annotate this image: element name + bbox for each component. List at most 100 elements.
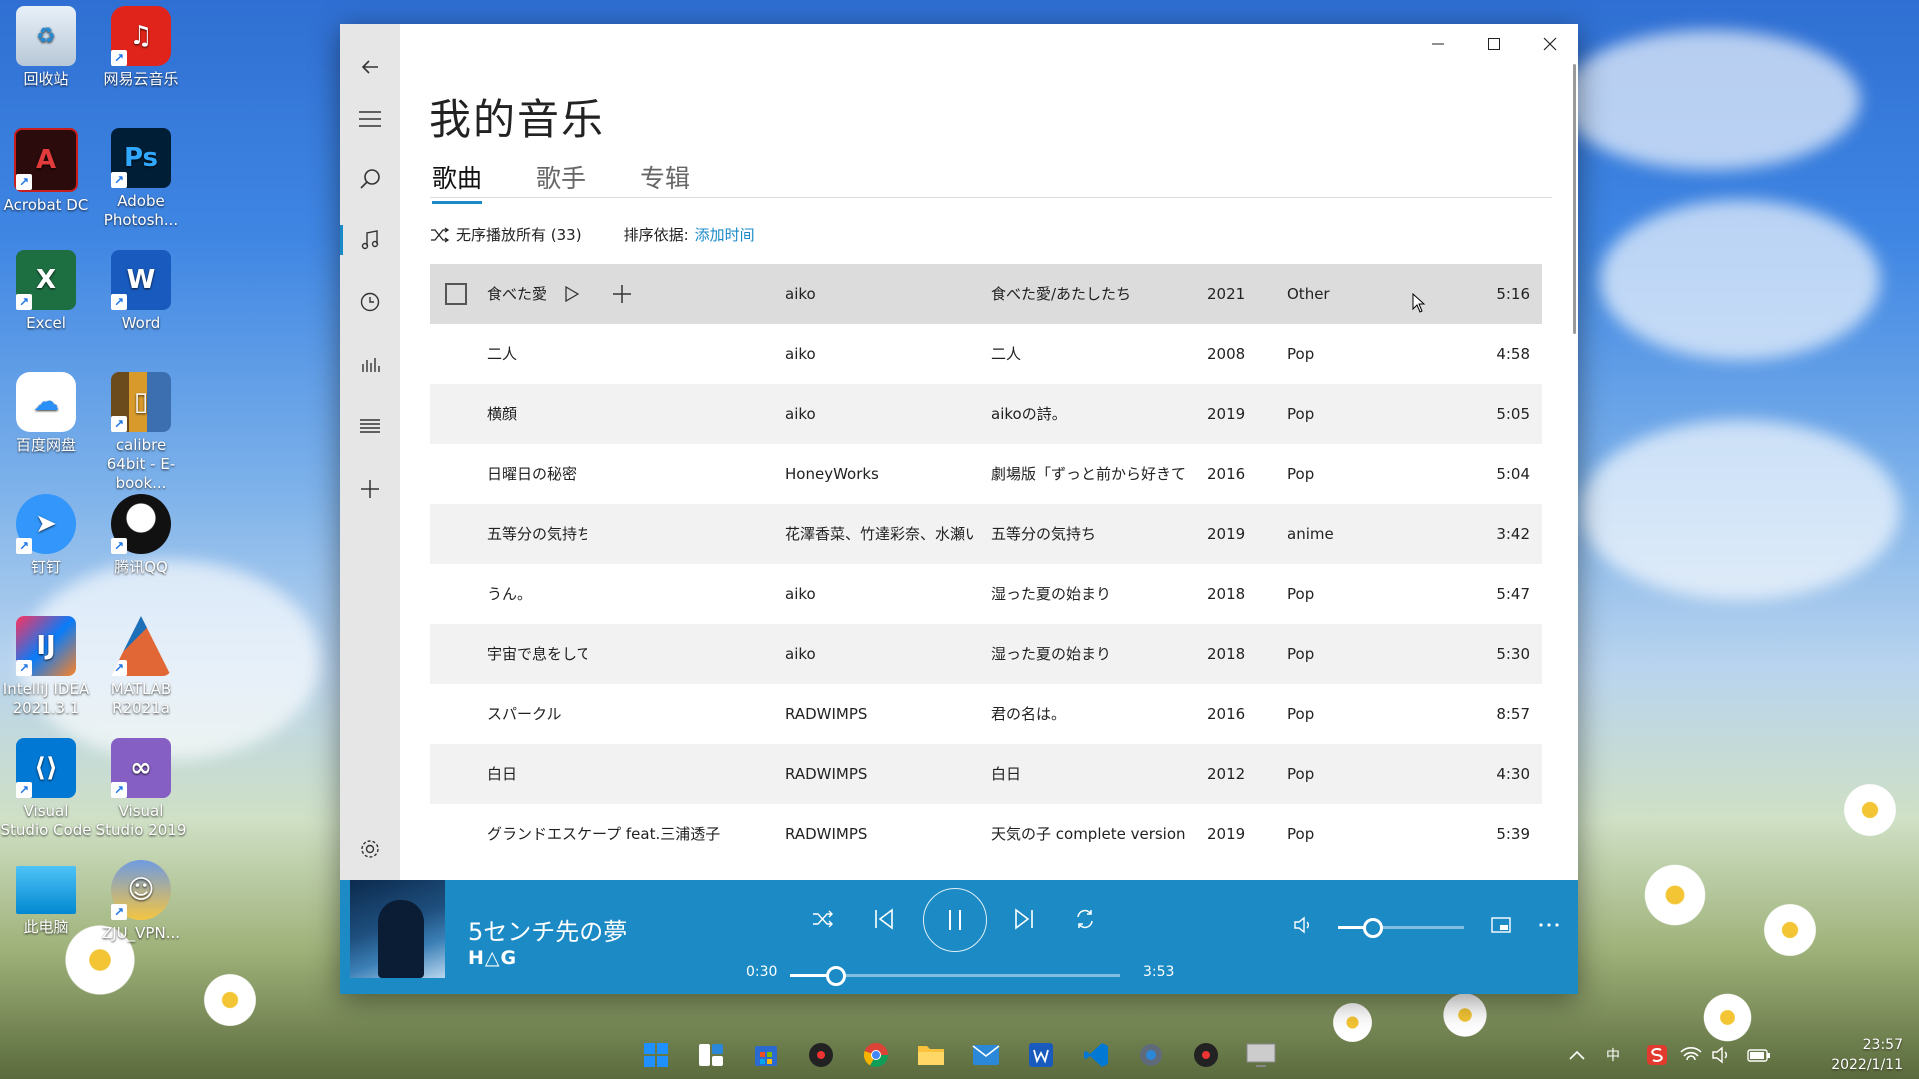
desktop-icon-recycle-bin[interactable]: ♻ 回收站 bbox=[0, 6, 92, 89]
nav-charts[interactable] bbox=[340, 339, 400, 389]
nav-recent[interactable] bbox=[340, 277, 400, 327]
tray-volume[interactable] bbox=[1705, 1039, 1737, 1071]
tray-overflow-button[interactable] bbox=[1561, 1039, 1593, 1071]
song-row[interactable]: 二人 aiko 二人 2008 Pop 4:58 bbox=[430, 324, 1542, 384]
desktop-icon-zju-vpn[interactable]: ☺ ↗ ZJU_VPN... bbox=[95, 860, 187, 943]
vertical-scrollbar[interactable] bbox=[1573, 64, 1576, 334]
tab-songs[interactable]: 歌曲 bbox=[432, 159, 483, 204]
nav-search[interactable] bbox=[340, 154, 400, 204]
song-row[interactable]: 食べた愛 aiko 食べた愛/あたしたち 2021 Other 5:16 bbox=[430, 264, 1542, 324]
taskbar-vscode[interactable] bbox=[1080, 1039, 1112, 1071]
desktop-icon-qq[interactable]: ↗ 腾讯QQ bbox=[95, 494, 187, 577]
taskbar-chrome[interactable] bbox=[860, 1039, 892, 1071]
tray-battery[interactable] bbox=[1743, 1039, 1775, 1071]
song-artist: RADWIMPS bbox=[785, 825, 868, 843]
volume-slider[interactable] bbox=[1338, 918, 1464, 938]
tray-sogou-ime[interactable] bbox=[1641, 1039, 1673, 1071]
nav-new-playlist[interactable] bbox=[340, 464, 400, 514]
song-artist: 花澤香菜、竹達彩奈、水瀬い bbox=[785, 525, 973, 543]
pause-button[interactable] bbox=[923, 888, 987, 952]
sort-by-dropdown[interactable]: 添加时间 bbox=[695, 224, 755, 245]
song-row[interactable]: スパークル RADWIMPS 君の名は。 2016 Pop 8:57 bbox=[430, 684, 1542, 744]
taskbar-widgets[interactable] bbox=[695, 1039, 727, 1071]
hamburger-menu-button[interactable] bbox=[340, 94, 400, 144]
desktop-icon-baidu-netdisk[interactable]: ☁ 百度网盘 bbox=[0, 372, 92, 455]
song-genre: anime bbox=[1287, 525, 1334, 543]
desktop-icon-visual-studio[interactable]: ∞ ↗ Visual Studio 2019 bbox=[95, 738, 187, 840]
tray-wifi[interactable] bbox=[1675, 1039, 1707, 1071]
song-row[interactable]: 横顔 aiko aikoの詩。 2019 Pop 5:05 bbox=[430, 384, 1542, 444]
taskbar-mail[interactable] bbox=[970, 1039, 1002, 1071]
play-row-button[interactable] bbox=[560, 282, 584, 306]
song-duration: 5:30 bbox=[1496, 645, 1530, 663]
song-row[interactable]: 日曜日の秘密 HoneyWorks 劇場版「ずっと前から好きて 2016 Pop… bbox=[430, 444, 1542, 504]
previous-button[interactable] bbox=[867, 902, 901, 936]
window-controls bbox=[1410, 24, 1578, 64]
desktop-icon-intellij[interactable]: IJ ↗ IntelliJ IDEA 2021.3.1 bbox=[0, 616, 92, 718]
taskbar-settings[interactable] bbox=[1135, 1039, 1167, 1071]
desktop-icon-dingtalk[interactable]: ➤ ↗ 钉钉 bbox=[0, 494, 92, 577]
desktop-icon-label: 网易云音乐 bbox=[103, 70, 179, 88]
shuffle-button[interactable] bbox=[806, 902, 840, 936]
song-title: 横顔 bbox=[487, 405, 518, 423]
add-to-button[interactable] bbox=[610, 282, 634, 306]
shuffle-all-button[interactable]: 无序播放所有 (33) bbox=[430, 224, 582, 245]
taskbar-file-explorer[interactable] bbox=[915, 1039, 947, 1071]
taskbar-music-app-1[interactable] bbox=[805, 1039, 837, 1071]
nav-playlists[interactable] bbox=[340, 401, 400, 451]
photoshop-icon: Ps ↗ bbox=[111, 128, 171, 188]
maximize-button[interactable] bbox=[1466, 24, 1522, 64]
mini-player-button[interactable] bbox=[1484, 908, 1518, 942]
song-row[interactable]: うん。 aiko 湿った夏の始まり 2018 Pop 5:47 bbox=[430, 564, 1542, 624]
desktop-icon-word[interactable]: W ↗ Word bbox=[95, 250, 187, 333]
desktop-icon-matlab[interactable]: ↗ MATLAB R2021a bbox=[95, 616, 187, 718]
taskbar-store[interactable] bbox=[750, 1039, 782, 1071]
tab-albums[interactable]: 专辑 bbox=[640, 159, 690, 201]
tab-artists[interactable]: 歌手 bbox=[536, 159, 586, 201]
clock-time: 23:57 bbox=[1862, 1037, 1903, 1053]
desktop-icon-this-pc[interactable]: 此电脑 bbox=[0, 860, 92, 937]
close-button[interactable] bbox=[1522, 24, 1578, 64]
desktop-icon-excel[interactable]: X ↗ Excel bbox=[0, 250, 92, 333]
clock[interactable]: 23:57 2022/1/11 bbox=[1831, 1035, 1903, 1075]
now-playing-title[interactable]: 5センチ先の夢 bbox=[468, 912, 627, 947]
volume-slider-thumb[interactable] bbox=[1363, 918, 1383, 938]
back-button[interactable] bbox=[340, 42, 400, 92]
desktop-icon-netease-music[interactable]: ♫ ↗ 网易云音乐 bbox=[95, 6, 187, 89]
volume-button[interactable] bbox=[1286, 908, 1320, 942]
song-row[interactable]: 五等分の気持ち 花澤香菜、竹達彩奈、水瀬い 五等分の気持ち 2019 anime… bbox=[430, 504, 1542, 564]
desktop-icon-vscode[interactable]: ⟨⟩ ↗ Visual Studio Code bbox=[0, 738, 92, 840]
more-options-button[interactable] bbox=[1532, 908, 1566, 942]
song-genre: Pop bbox=[1287, 465, 1315, 483]
taskbar-word[interactable] bbox=[1025, 1039, 1057, 1071]
album-cover[interactable] bbox=[350, 880, 445, 978]
visual-studio-icon: ∞ ↗ bbox=[111, 738, 171, 798]
taskbar: 中 23:57 2022/1/11 bbox=[0, 1031, 1919, 1079]
song-row[interactable]: 白日 RADWIMPS 白日 2012 Pop 4:30 bbox=[430, 744, 1542, 804]
desktop-icon-label: 腾讯QQ bbox=[114, 558, 168, 576]
seek-bar[interactable] bbox=[790, 966, 1120, 986]
desktop-icon-photoshop[interactable]: Ps ↗ Adobe Photosh... bbox=[95, 128, 187, 230]
now-playing-artist[interactable]: H△G bbox=[468, 947, 517, 969]
minimize-button[interactable] bbox=[1410, 24, 1466, 64]
song-row[interactable]: グランドエスケープ feat.三浦透子 RADWIMPS 天気の子 comple… bbox=[430, 804, 1542, 864]
repeat-button[interactable] bbox=[1068, 902, 1102, 936]
seek-bar-thumb[interactable] bbox=[826, 966, 846, 986]
sidebar bbox=[340, 24, 400, 880]
song-title: 日曜日の秘密 bbox=[487, 465, 578, 483]
hamburger-icon bbox=[359, 111, 381, 127]
select-checkbox[interactable] bbox=[445, 283, 467, 305]
taskbar-music-app-2[interactable] bbox=[1190, 1039, 1222, 1071]
taskbar-remote-desktop[interactable] bbox=[1245, 1039, 1277, 1071]
desktop-icon-calibre[interactable]: ▯ ↗ calibre 64bit - E-book... bbox=[95, 372, 187, 493]
next-button[interactable] bbox=[1007, 902, 1041, 936]
tab-bar: 歌曲 歌手 专辑 bbox=[430, 159, 1552, 204]
ime-indicator[interactable]: 中 bbox=[1597, 1039, 1629, 1071]
taskbar-start[interactable] bbox=[640, 1039, 672, 1071]
desktop-icon-acrobat[interactable]: A ↗ Acrobat DC bbox=[0, 128, 92, 215]
song-duration: 5:16 bbox=[1496, 285, 1530, 303]
speaker-icon bbox=[1294, 916, 1309, 934]
nav-my-music[interactable] bbox=[340, 215, 400, 265]
nav-settings[interactable] bbox=[340, 824, 400, 874]
song-row[interactable]: 宇宙で息をして aiko 湿った夏の始まり 2018 Pop 5:30 bbox=[430, 624, 1542, 684]
